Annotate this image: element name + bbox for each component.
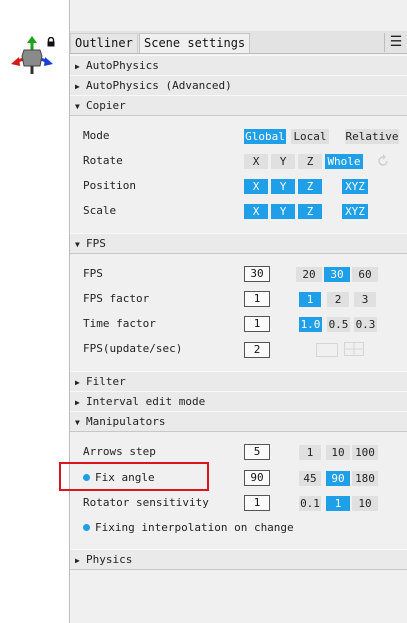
fix-angle-preset-45[interactable]: 45 <box>299 471 321 486</box>
fixing-interpolation-label[interactable]: Fixing interpolation on change <box>95 520 294 536</box>
reset-icon[interactable] <box>376 154 390 168</box>
section-title: Physics <box>86 553 133 566</box>
collapsed-arrow-icon: ▶ <box>75 556 80 565</box>
section-title: Copier <box>86 99 126 112</box>
fps-update-input[interactable]: 2 <box>244 342 270 358</box>
position-y-button[interactable]: Y <box>271 179 295 194</box>
collapsed-arrow-icon: ▶ <box>75 62 80 71</box>
arrows-step-preset-1[interactable]: 1 <box>299 445 321 460</box>
section-interval-edit-mode[interactable]: ▶ Interval edit mode <box>70 391 407 412</box>
mode-local-button[interactable]: Local <box>291 129 329 144</box>
fix-angle-preset-90[interactable]: 90 <box>326 471 350 486</box>
copier-scale-label: Scale <box>83 204 117 217</box>
fps-preset-30[interactable]: 30 <box>324 267 350 282</box>
viewport-strip <box>0 0 70 623</box>
scale-xyz-button[interactable]: XYZ <box>342 204 368 219</box>
section-physics[interactable]: ▶ Physics <box>70 549 407 570</box>
rotate-whole-button[interactable]: Whole <box>325 154 363 169</box>
section-autophysics[interactable]: ▶ AutoPhysics <box>70 55 407 76</box>
time-factor-label: Time factor <box>83 317 156 330</box>
rotate-z-button[interactable]: Z <box>298 154 322 169</box>
scale-y-button[interactable]: Y <box>271 204 295 219</box>
window-icon[interactable] <box>316 343 338 357</box>
section-title: AutoPhysics (Advanced) <box>86 79 232 92</box>
time-factor-preset-0-3[interactable]: 0.3 <box>354 317 377 332</box>
fps-factor-input[interactable]: 1 <box>244 291 270 307</box>
fixing-interpolation-indicator-dot <box>83 524 90 531</box>
fps-preset-60[interactable]: 60 <box>352 267 378 282</box>
section-title: Interval edit mode <box>86 395 206 408</box>
fps-label: FPS <box>83 267 103 280</box>
fix-angle-highlight-box <box>59 462 209 491</box>
tab-outliner[interactable]: Outliner <box>70 33 138 53</box>
rotator-sensitivity-input[interactable]: 1 <box>244 495 270 511</box>
section-title: FPS <box>86 237 106 250</box>
copier-position-label: Position <box>83 179 136 192</box>
settings-panel: Outliner Scene settings ☰ ▶ AutoPhysics ▶… <box>70 0 407 623</box>
expanded-arrow-icon: ▼ <box>75 418 80 427</box>
scale-x-button[interactable]: X <box>244 204 268 219</box>
fix-angle-input[interactable]: 90 <box>244 470 270 486</box>
grid-icon[interactable] <box>344 342 364 356</box>
arrows-step-input[interactable]: 5 <box>244 444 270 460</box>
fix-angle-preset-180[interactable]: 180 <box>352 471 378 486</box>
tab-scene-settings-label: Scene settings <box>144 36 246 50</box>
mode-global-button[interactable]: Global <box>244 129 286 144</box>
time-factor-preset-1-0[interactable]: 1.0 <box>299 317 322 332</box>
copier-mode-label: Mode <box>83 129 110 142</box>
time-factor-preset-0-5[interactable]: 0.5 <box>327 317 350 332</box>
section-manipulators[interactable]: ▼ Manipulators <box>70 411 407 432</box>
collapsed-arrow-icon: ▶ <box>75 378 80 387</box>
rotator-sensitivity-preset-10[interactable]: 10 <box>352 496 378 511</box>
position-xyz-button[interactable]: XYZ <box>342 179 368 194</box>
collapsed-arrow-icon: ▶ <box>75 398 80 407</box>
section-autophysics-advanced[interactable]: ▶ AutoPhysics (Advanced) <box>70 75 407 96</box>
rotate-x-button[interactable]: X <box>244 154 268 169</box>
lock-icon[interactable] <box>46 37 56 47</box>
rotator-sensitivity-preset-0-1[interactable]: 0.1 <box>299 496 321 511</box>
position-z-button[interactable]: Z <box>298 179 322 194</box>
rotator-sensitivity-preset-1[interactable]: 1 <box>326 496 350 511</box>
section-title: Filter <box>86 375 126 388</box>
arrows-step-preset-100[interactable]: 100 <box>352 445 378 460</box>
section-title: Manipulators <box>86 415 166 428</box>
expanded-arrow-icon: ▼ <box>75 102 80 111</box>
fps-factor-preset-3[interactable]: 3 <box>354 292 376 307</box>
tab-bar: Outliner Scene settings ☰ <box>70 31 407 54</box>
section-copier[interactable]: ▼ Copier <box>70 95 407 116</box>
section-filter[interactable]: ▶ Filter <box>70 371 407 392</box>
rotate-y-button[interactable]: Y <box>271 154 295 169</box>
section-fps[interactable]: ▼ FPS <box>70 233 407 254</box>
position-x-button[interactable]: X <box>244 179 268 194</box>
tab-scene-settings[interactable]: Scene settings <box>139 33 251 53</box>
arrows-step-label: Arrows step <box>83 445 156 458</box>
expanded-arrow-icon: ▼ <box>75 240 80 249</box>
fps-factor-preset-1[interactable]: 1 <box>299 292 321 307</box>
hamburger-icon[interactable]: ☰ <box>384 33 407 52</box>
time-factor-input[interactable]: 1 <box>244 316 270 332</box>
fps-input[interactable]: 30 <box>244 266 270 282</box>
fps-update-label: FPS(update/sec) <box>83 342 183 355</box>
section-title: AutoPhysics <box>86 59 159 72</box>
collapsed-arrow-icon: ▶ <box>75 82 80 91</box>
mode-relative-button[interactable]: Relative <box>345 129 399 144</box>
fps-factor-preset-2[interactable]: 2 <box>327 292 349 307</box>
rotator-sensitivity-label: Rotator sensitivity <box>83 496 209 509</box>
fps-factor-label: FPS factor <box>83 292 150 305</box>
tab-outliner-label: Outliner <box>75 36 133 50</box>
copier-rotate-label: Rotate <box>83 154 123 167</box>
fps-preset-20[interactable]: 20 <box>296 267 322 282</box>
scale-z-button[interactable]: Z <box>298 204 322 219</box>
arrows-step-preset-10[interactable]: 10 <box>326 445 350 460</box>
